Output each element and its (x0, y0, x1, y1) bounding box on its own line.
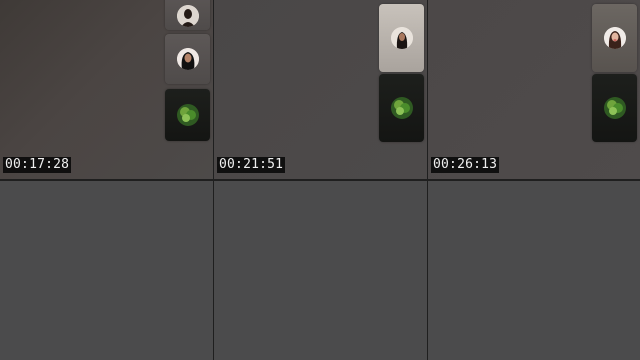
participant-tile-1[interactable] (165, 0, 210, 30)
participant-tile-1[interactable] (379, 4, 424, 72)
empty-frame-1 (0, 181, 213, 360)
leaf-emblem-icon (603, 96, 627, 120)
participant-tile-2[interactable] (165, 34, 210, 84)
avatar-icon (176, 48, 199, 70)
participant-tile-2[interactable] (379, 74, 424, 142)
empty-frame-2 (214, 181, 427, 360)
leaf-emblem-icon (390, 96, 414, 120)
participant-tile-3[interactable] (165, 89, 210, 141)
timestamp-label: 00:17:28 (3, 157, 72, 173)
participant-tile-2[interactable] (592, 74, 637, 142)
avatar-icon (603, 27, 626, 49)
frame-2: 00:21:51 (214, 0, 427, 179)
timestamp-label: 00:26:13 (431, 157, 500, 173)
empty-frame-3 (428, 181, 640, 360)
frame-1: 00:17:28 (0, 0, 213, 179)
frame-3: 00:26:13 (428, 0, 640, 179)
timestamp-label: 00:21:51 (217, 157, 286, 173)
avatar-icon (176, 5, 199, 27)
video-frame-grid: 00:17:28 00:21:51 00:26:13 (0, 0, 640, 360)
avatar-icon (390, 27, 413, 49)
participant-tile-1[interactable] (592, 4, 637, 72)
leaf-emblem-icon (176, 103, 200, 127)
